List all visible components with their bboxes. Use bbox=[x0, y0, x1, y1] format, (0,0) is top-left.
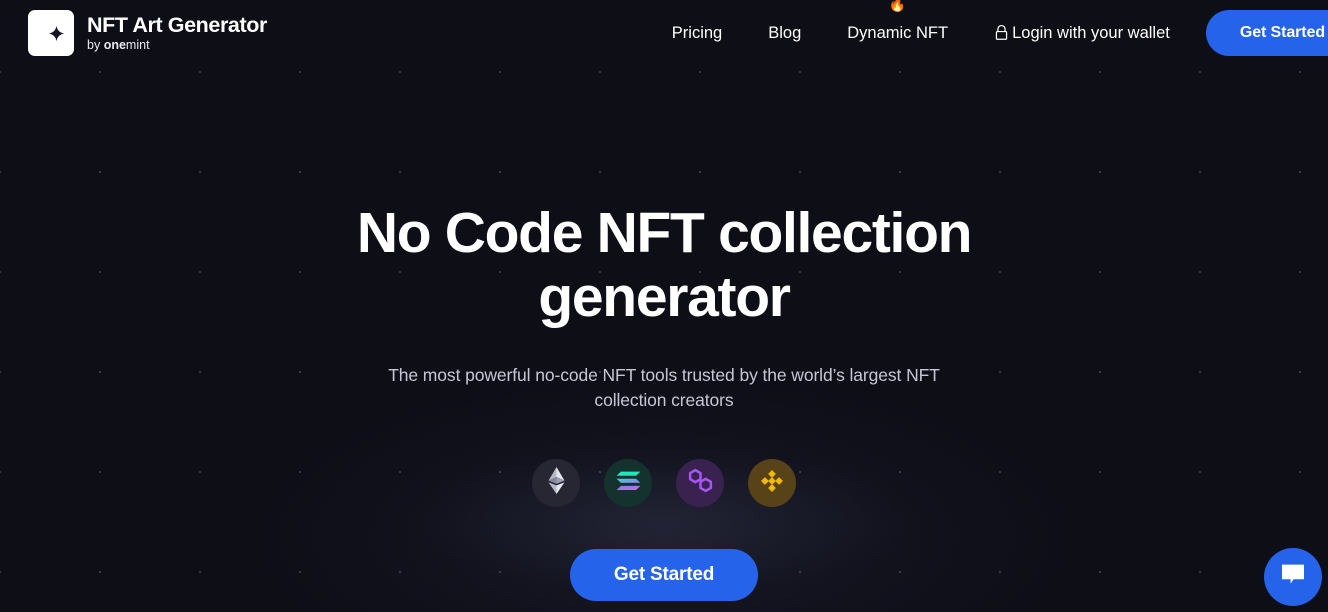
solana-icon bbox=[616, 471, 641, 496]
chain-badge-binance[interactable] bbox=[748, 459, 796, 508]
nav-label-pricing: Pricing bbox=[671, 23, 723, 42]
brand-logo-link[interactable]: NFT Art Generator by onemint bbox=[28, 10, 267, 56]
supported-chains-row bbox=[0, 459, 1328, 508]
nav-item-blog[interactable]: Blog bbox=[768, 16, 801, 51]
hero-title-line-1: No Code NFT collection bbox=[356, 201, 973, 265]
nav-item-login-wallet[interactable]: Login with your wallet bbox=[994, 16, 1170, 51]
chain-badge-polygon[interactable] bbox=[676, 459, 724, 508]
site-header: NFT Art Generator by onemint Pricing Blo… bbox=[0, 0, 1328, 66]
lock-icon bbox=[994, 24, 1009, 41]
chain-badge-solana[interactable] bbox=[604, 459, 652, 508]
four-point-star-icon bbox=[28, 10, 74, 56]
chain-badge-ethereum[interactable] bbox=[532, 459, 580, 508]
hero-title-line-2: generator bbox=[538, 264, 791, 329]
brand-title: NFT Art Generator bbox=[87, 13, 267, 38]
page-title: No Code NFT collection generator bbox=[354, 201, 974, 330]
hero-cta-container: Get Started bbox=[0, 549, 1328, 602]
hero-get-started-button[interactable]: Get Started bbox=[569, 549, 759, 602]
header-get-started-button[interactable]: Get Started bbox=[1205, 10, 1328, 56]
nav-item-pricing[interactable]: Pricing bbox=[672, 16, 722, 51]
polygon-icon bbox=[687, 468, 714, 498]
brand-subtitle: by onemint bbox=[87, 38, 150, 53]
chat-bubble-icon bbox=[1280, 563, 1306, 592]
fire-emoji-icon: 🔥 bbox=[888, 0, 907, 12]
nav-label-login-wallet: Login with your wallet bbox=[1012, 23, 1170, 42]
nav-label-dynamic-nft: Dynamic NFT bbox=[847, 23, 949, 42]
hero-section: No Code NFT collection generator The mos… bbox=[0, 66, 1328, 602]
nav-item-dynamic-nft[interactable]: 🔥 Dynamic NFT bbox=[847, 0, 949, 51]
chat-widget-button[interactable] bbox=[1264, 548, 1322, 606]
main-navigation: Pricing Blog 🔥 Dynamic NFT Login with yo… bbox=[672, 0, 1328, 56]
nav-label-blog: Blog bbox=[768, 23, 802, 42]
ethereum-icon bbox=[547, 467, 565, 499]
binance-icon bbox=[759, 468, 785, 499]
hero-subtitle: The most powerful no-code NFT tools trus… bbox=[388, 364, 940, 411]
